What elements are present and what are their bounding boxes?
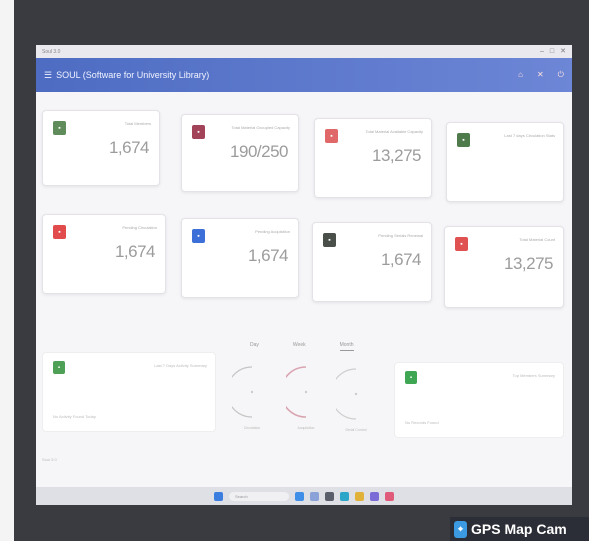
taskbar: Search <box>36 487 572 505</box>
card-value: 1,674 <box>247 246 289 265</box>
card-material-count[interactable]: ▪ Total Material Count 13,275 <box>444 226 564 308</box>
map-pin-icon: ⌖ <box>454 520 467 538</box>
users-icon: ▪ <box>405 371 417 384</box>
member-icon: ▪ <box>53 121 66 135</box>
windows-icon[interactable] <box>214 491 223 501</box>
card-label: Last 7 days Circulation Stats <box>504 133 555 138</box>
taskbar-search[interactable]: Search <box>229 491 289 501</box>
card-value: 1,674 <box>114 242 156 261</box>
card-value: 13,275 <box>372 146 422 165</box>
app-title: SOUL (Software for University Library) <box>56 70 210 80</box>
card-occupied-capacity[interactable]: ▪ Total Material Occupied Capacity 190/2… <box>181 114 299 192</box>
card-circulation-stats[interactable]: ▪ Last 7 days Circulation Stats <box>446 122 564 202</box>
footer-status: Soul 3.0 <box>42 457 57 462</box>
card-value: 1,674 <box>108 138 150 157</box>
card-label: Pending Acquisition <box>255 229 290 234</box>
watermark-text: GPS Map Cam <box>471 521 567 537</box>
home-icon[interactable]: ⌂ <box>518 70 523 80</box>
tab-month[interactable]: Month <box>339 342 354 351</box>
card-label: Pending Serials Renewal <box>378 233 423 238</box>
files-icon[interactable] <box>295 491 304 501</box>
watermark-logo: ⌖ GPS Map Cam <box>450 517 589 541</box>
card-label: Total Material Available Capacity <box>365 129 423 134</box>
chrome-icon[interactable] <box>355 491 364 501</box>
app-header: ☰ SOUL (Software for University Library)… <box>36 58 572 92</box>
books-icon: ▪ <box>455 237 468 251</box>
dashboard: ▪ Total Members 1,674 ▪ Total Material O… <box>36 92 572 472</box>
gauge-caption: Acquisition <box>297 426 315 430</box>
chart-icon: ▪ <box>457 133 470 147</box>
card-label: Total Material Count <box>519 237 555 242</box>
tab-day[interactable]: Day <box>250 342 259 351</box>
gauge-arc <box>280 366 308 418</box>
activity-summary-label: Last 7 Days Activity Summary <box>154 363 207 368</box>
minimize-button[interactable]: – <box>540 48 544 55</box>
card-available-capacity[interactable]: ▪ Total Material Available Capacity 13,2… <box>314 118 432 198</box>
book-icon: ▪ <box>192 125 205 139</box>
card-pending-acquisition[interactable]: ▪ Pending Acquisition 1,674 <box>181 218 299 298</box>
stack-icon: ▪ <box>325 129 338 143</box>
store-icon[interactable] <box>325 491 334 501</box>
window-titlebar: Soul 3.0 – □ ✕ <box>36 45 572 58</box>
window-controls: – □ ✕ <box>540 48 566 55</box>
card-label: Total Material Occupied Capacity <box>231 125 290 130</box>
serial-icon: ▪ <box>323 233 336 247</box>
gauge-arc <box>330 368 358 420</box>
gauge-caption: Circulation <box>243 426 261 430</box>
gauge-acquisition: Acquisition <box>280 362 326 430</box>
period-tabs: Day Week Month <box>250 342 354 351</box>
gauge-circulation: Circulation <box>226 362 272 430</box>
card-value: 13,275 <box>504 254 554 273</box>
mail-icon[interactable] <box>370 491 379 501</box>
card-label: Pending Circulation <box>122 225 157 230</box>
close-window-button[interactable]: ✕ <box>560 48 566 55</box>
edge-icon[interactable] <box>340 491 349 501</box>
activity-icon: ▪ <box>53 361 65 374</box>
top-members-label: Top Members Summary <box>512 373 555 378</box>
window-title: Soul 3.0 <box>42 48 61 55</box>
logout-icon[interactable]: ⏻ <box>558 70 564 80</box>
activity-summary-card[interactable]: ▪ Last 7 Days Activity Summary No Activi… <box>42 352 216 432</box>
activity-summary-sub: No Activity Found Today <box>53 414 96 419</box>
menu-icon[interactable]: ☰ <box>44 70 52 81</box>
card-pending-circulation[interactable]: ▪ Pending Circulation 1,674 <box>42 214 166 294</box>
explorer-icon[interactable] <box>310 491 319 501</box>
app-brand: ☰ SOUL (Software for University Library) <box>44 70 209 81</box>
cart-icon: ▪ <box>192 229 205 243</box>
card-label: Total Members <box>124 121 151 126</box>
tab-week[interactable]: Week <box>293 342 306 351</box>
close-icon[interactable]: ✕ <box>537 70 544 80</box>
header-actions: ⌂ ✕ ⏻ <box>518 70 564 80</box>
card-total-members[interactable]: ▪ Total Members 1,674 <box>42 110 160 186</box>
top-members-card[interactable]: ▪ Top Members Summary No Records Found <box>394 362 564 438</box>
gauge-serial: Serial Control <box>330 364 376 432</box>
alert-icon: ▪ <box>53 225 66 239</box>
card-pending-serials[interactable]: ▪ Pending Serials Renewal 1,674 <box>312 222 432 302</box>
top-members-sub: No Records Found <box>405 420 439 425</box>
app-icon[interactable] <box>385 491 394 501</box>
screen: Soul 3.0 – □ ✕ ☰ SOUL (Software for Univ… <box>36 45 572 505</box>
gauge-caption: Serial Control <box>345 428 367 432</box>
gauge-arc <box>226 366 254 418</box>
maximize-button[interactable]: □ <box>550 48 554 55</box>
card-value: 190/250 <box>230 142 288 161</box>
card-value: 1,674 <box>380 250 422 269</box>
